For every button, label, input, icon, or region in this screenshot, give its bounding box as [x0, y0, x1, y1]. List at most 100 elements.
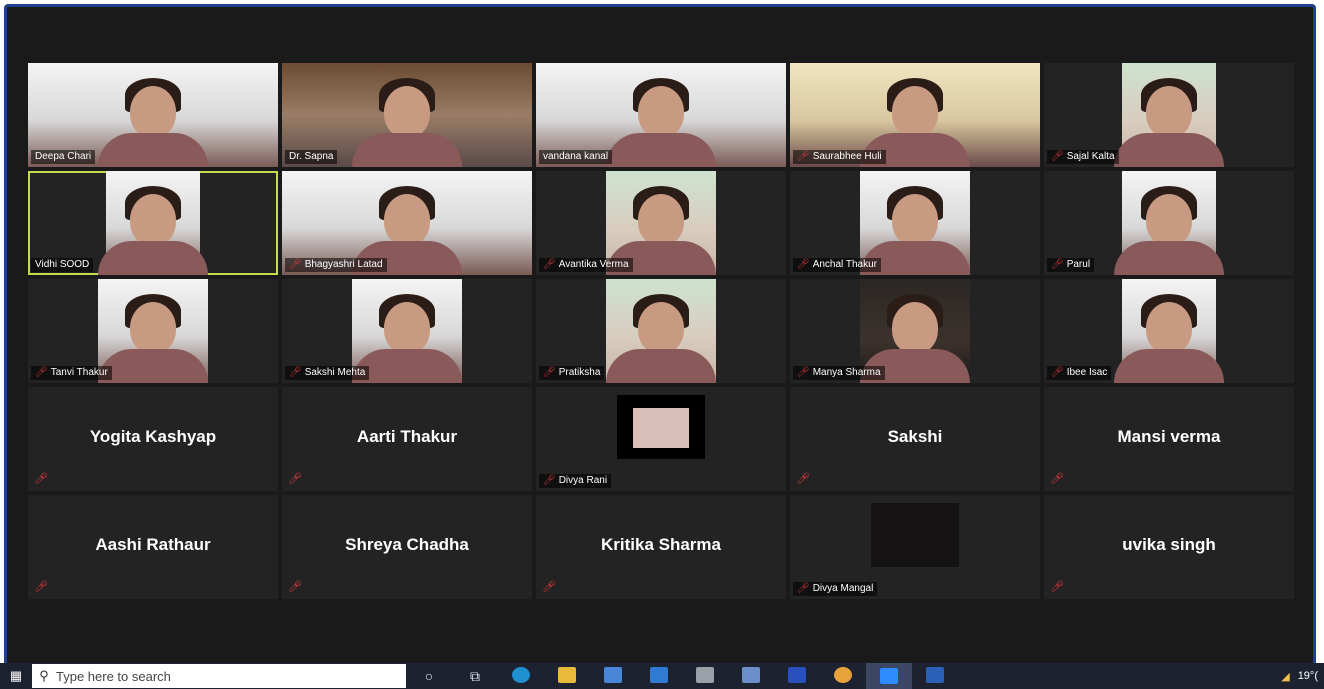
- participant-tile[interactable]: Sakshi 🎤︎: [790, 387, 1040, 491]
- person-body: [98, 349, 208, 383]
- participant-name: Avantika Verma: [558, 259, 629, 270]
- participant-name-label: 🎤︎ Anchal Thakur: [793, 258, 881, 272]
- temperature-readout[interactable]: 19°(: [1298, 670, 1318, 682]
- muted-mic-icon: 🎤︎: [35, 367, 48, 378]
- participant-video-tile[interactable]: Deepa Chari: [28, 63, 278, 167]
- participant-video-tile[interactable]: 🎤︎ Parul: [1044, 171, 1294, 275]
- participant-video: [98, 279, 208, 383]
- participant-name: Bhagyashri Latad: [304, 259, 383, 270]
- participant-video-tile[interactable]: 🎤︎ Tanvi Thakur: [28, 279, 278, 383]
- participant-tile[interactable]: uvika singh 🎤︎: [1044, 495, 1294, 599]
- app-icon[interactable]: [682, 666, 728, 686]
- word-icon[interactable]: [912, 666, 958, 686]
- store-icon[interactable]: [590, 666, 636, 686]
- participant-tile[interactable]: Yogita Kashyap 🎤︎: [28, 387, 278, 491]
- app-icon-2[interactable]: [728, 666, 774, 686]
- participant-display-name: Yogita Kashyap: [89, 427, 217, 446]
- participant-video-tile[interactable]: 🎤︎ Saurabhee Huli: [790, 63, 1040, 167]
- participant-video-tile[interactable]: Vidhi SOOD: [28, 171, 278, 275]
- participant-video-tile[interactable]: vandana kanal: [536, 63, 786, 167]
- person-face: [384, 85, 430, 138]
- person-face: [638, 85, 684, 138]
- participant-video-tile[interactable]: 🎤︎ Anchal Thakur: [790, 171, 1040, 275]
- cortana-icon[interactable]: ○: [406, 668, 452, 684]
- person-face: [892, 193, 938, 246]
- search-placeholder: Type here to search: [56, 668, 171, 684]
- muted-mic-icon: 🎤︎: [289, 367, 302, 378]
- muted-mic-icon: 🎤︎: [288, 473, 302, 485]
- participant-name: Parul: [1066, 259, 1091, 270]
- participant-tile[interactable]: Shreya Chadha 🎤︎: [282, 495, 532, 599]
- participant-video: [98, 171, 208, 275]
- person-face: [384, 301, 430, 354]
- person-body: [606, 133, 716, 167]
- participant-video-tile[interactable]: 🎤︎ Avantika Verma: [536, 171, 786, 275]
- participant-video-tile[interactable]: Dr. Sapna: [282, 63, 532, 167]
- participant-display-name: uvika singh: [1122, 535, 1216, 554]
- windows-start-icon[interactable]: ▦: [0, 668, 32, 684]
- participant-name-label: 🎤︎ Manya Sharma: [793, 366, 885, 380]
- zoom-icon[interactable]: [866, 663, 912, 689]
- participant-tile[interactable]: Mansi verma 🎤︎: [1044, 387, 1294, 491]
- person-body: [1114, 241, 1224, 275]
- participant-display-name: Aarti Thakur: [356, 427, 458, 446]
- person-face: [892, 85, 938, 138]
- participant-tile[interactable]: Kritika Sharma 🎤︎: [536, 495, 786, 599]
- participant-name-label: 🎤︎ Sakshi Mehta: [285, 366, 370, 380]
- person-body: [352, 133, 462, 167]
- participant-video-tile[interactable]: 🎤︎ Sakshi Mehta: [282, 279, 532, 383]
- participant-name-label: 🎤︎ Parul: [1047, 258, 1095, 272]
- person-face: [130, 301, 176, 354]
- muted-mic-icon: 🎤︎: [797, 151, 810, 162]
- weather-icon[interactable]: ◢: [1281, 670, 1289, 683]
- muted-mic-icon: 🎤︎: [1050, 581, 1064, 593]
- muted-mic-icon: 🎤︎: [288, 581, 302, 593]
- participant-name: Deepa Chari: [35, 151, 92, 162]
- profile-picture-image: [633, 408, 689, 448]
- person-body: [1114, 133, 1224, 167]
- participant-name: Saurabhee Huli: [812, 151, 882, 162]
- participant-name: Sakshi Mehta: [304, 367, 366, 378]
- participant-name: Dr. Sapna: [289, 151, 334, 162]
- participant-video: [1114, 63, 1224, 167]
- participant-name-label: 🎤︎ Tanvi Thakur: [31, 366, 112, 380]
- participant-tile[interactable]: Aashi Rathaur 🎤︎: [28, 495, 278, 599]
- muted-mic-icon: 🎤︎: [543, 367, 556, 378]
- participant-tile[interactable]: 🎤︎ Divya Mangal: [790, 495, 1040, 599]
- taskbar-search-box[interactable]: ⚲ Type here to search: [32, 664, 406, 688]
- participant-display-name: Kritika Sharma: [601, 535, 721, 554]
- person-face: [638, 301, 684, 354]
- file-explorer-icon[interactable]: [544, 666, 590, 686]
- muted-mic-icon: 🎤︎: [542, 581, 556, 593]
- person-face: [892, 301, 938, 354]
- participant-video-tile[interactable]: 🎤︎ Bhagyashri Latad: [282, 171, 532, 275]
- participant-display-name: Sakshi: [887, 427, 943, 446]
- participant-video-tile[interactable]: 🎤︎ Manya Sharma: [790, 279, 1040, 383]
- participant-tile[interactable]: Aarti Thakur 🎤︎: [282, 387, 532, 491]
- person-body: [98, 133, 208, 167]
- participant-name: Ibee Isac: [1066, 367, 1108, 378]
- participant-name-label: 🎤︎ Divya Rani: [539, 474, 612, 488]
- meeting-window: Deepa Chari Dr. Sapna vandana kanal 🎤︎ Saura…: [4, 4, 1316, 685]
- participant-display-name: Mansi verma: [1117, 427, 1221, 446]
- participant-name: Divya Rani: [558, 475, 608, 486]
- participant-name-label: 🎤︎ Sajal Kalta: [1047, 150, 1119, 164]
- edge-icon[interactable]: [498, 666, 544, 686]
- participant-tile[interactable]: 🎤︎ Divya Rani: [536, 387, 786, 491]
- participant-gallery: Deepa Chari Dr. Sapna vandana kanal 🎤︎ Saura…: [28, 63, 1294, 599]
- participant-video-tile[interactable]: 🎤︎ Ibee Isac: [1044, 279, 1294, 383]
- task-view-icon[interactable]: ⧉: [452, 668, 498, 685]
- person-body: [606, 349, 716, 383]
- muted-mic-icon: 🎤︎: [1051, 259, 1064, 270]
- chrome-icon[interactable]: [820, 666, 866, 686]
- participant-name: Tanvi Thakur: [50, 367, 108, 378]
- participant-video-tile[interactable]: 🎤︎ Sajal Kalta: [1044, 63, 1294, 167]
- app-icon-3[interactable]: [774, 666, 820, 686]
- muted-mic-icon: 🎤︎: [1050, 473, 1064, 485]
- participant-name-label: vandana kanal: [539, 150, 613, 164]
- mail-icon[interactable]: [636, 666, 682, 686]
- participant-video-tile[interactable]: 🎤︎ Pratiksha: [536, 279, 786, 383]
- participant-name-label: 🎤︎ Divya Mangal: [793, 582, 878, 596]
- participant-display-name: Shreya Chadha: [345, 535, 469, 554]
- participant-name: vandana kanal: [543, 151, 609, 162]
